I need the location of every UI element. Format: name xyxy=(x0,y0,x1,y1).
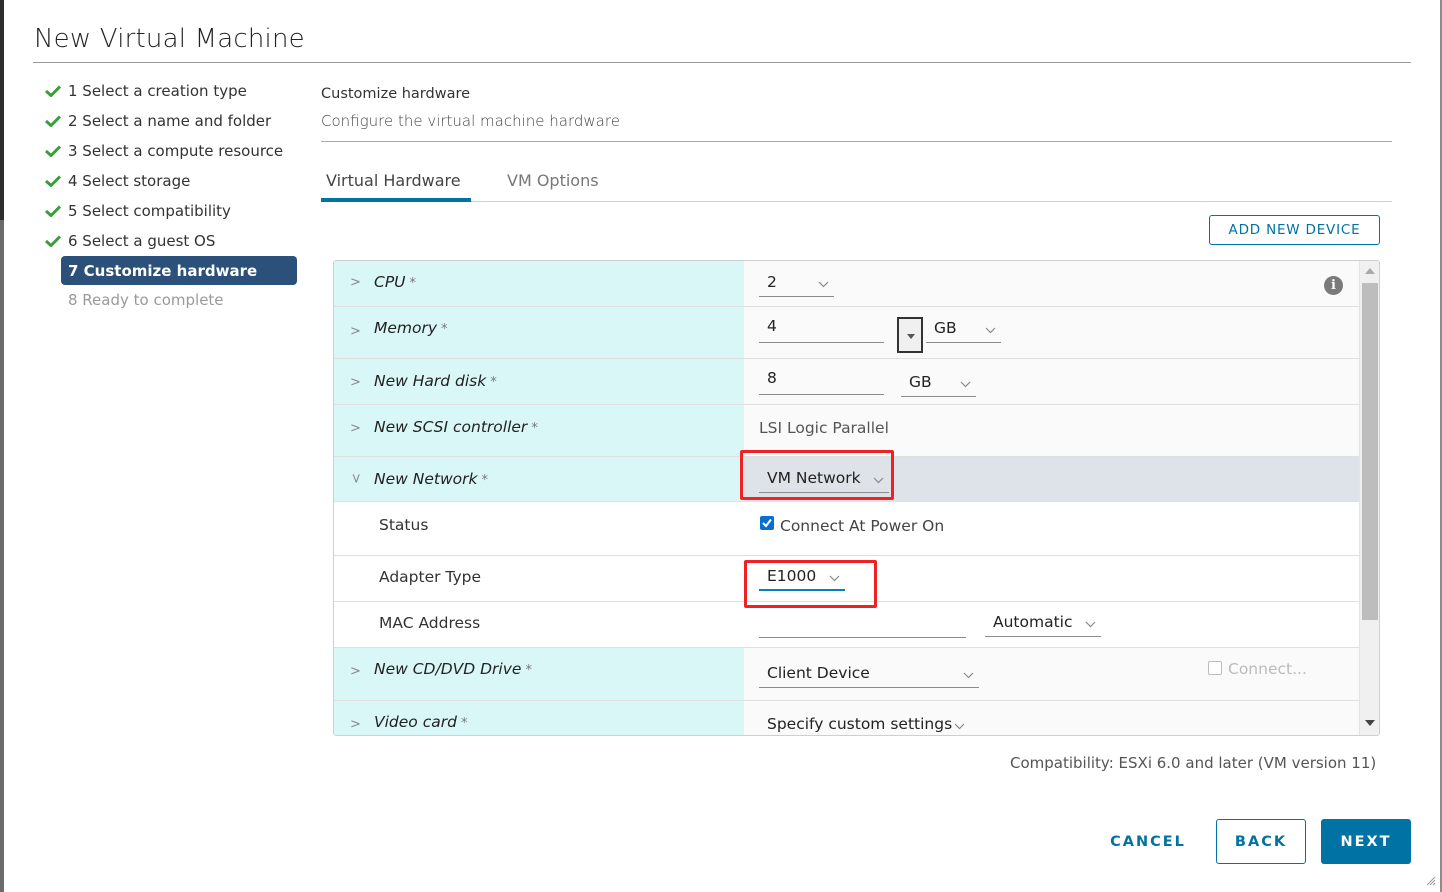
row-memory: > Memory * 4 GB xyxy=(334,307,1359,359)
row-mac-address: MAC Address Automatic xyxy=(334,602,1359,648)
video-card-label: Video card * xyxy=(374,713,468,731)
mac-mode-select[interactable]: Automatic xyxy=(985,611,1101,637)
scroll-up-icon[interactable] xyxy=(1365,268,1375,274)
hardware-grid: > CPU * 2 i > Memory * 4 GB > New Hard dis… xyxy=(333,260,1380,736)
compatibility-text: Compatibility: ESXi 6.0 and later (VM ve… xyxy=(1010,754,1377,772)
scroll-down-icon[interactable] xyxy=(1365,720,1375,726)
chevron-right-icon[interactable]: > xyxy=(350,375,361,390)
step-1[interactable]: 1 Select a creation type xyxy=(40,76,300,106)
mac-address-input[interactable] xyxy=(759,612,966,638)
chevron-down-icon xyxy=(873,470,884,484)
chevron-right-icon[interactable]: > xyxy=(350,421,361,436)
chevron-down-icon xyxy=(954,716,965,730)
hard-disk-unit-select[interactable]: GB xyxy=(901,371,976,397)
row-adapter-type: Adapter Type E1000 xyxy=(334,556,1359,602)
step-label: 7 Customize hardware xyxy=(68,261,258,280)
step-8: 8 Ready to complete xyxy=(40,285,300,315)
connect-at-power-on-label: Connect At Power On xyxy=(780,517,945,535)
network-label: New Network * xyxy=(374,470,488,488)
network-select[interactable]: VM Network xyxy=(759,467,889,493)
chevron-down-icon[interactable]: > xyxy=(348,473,363,484)
row-cd-dvd-drive: > New CD/DVD Drive * Client Device Connec… xyxy=(334,648,1359,701)
step-6[interactable]: 6 Select a guest OS xyxy=(40,226,300,256)
step-4[interactable]: 4 Select storage xyxy=(40,166,300,196)
memory-unit-select[interactable]: GB xyxy=(926,317,1001,343)
step-5[interactable]: 5 Select compatibility xyxy=(40,196,300,226)
grid-scrollbar[interactable] xyxy=(1359,261,1379,735)
step-label: 6 Select a guest OS xyxy=(68,232,216,250)
chevron-down-icon xyxy=(818,274,829,288)
step-label: 8 Ready to complete xyxy=(68,291,224,309)
check-icon xyxy=(40,115,66,127)
step-2[interactable]: 2 Select a name and folder xyxy=(40,106,300,136)
row-network: > New Network * VM Network xyxy=(334,457,1359,502)
tab-vm-options[interactable]: VM Options xyxy=(502,171,604,201)
row-hard-disk: > New Hard disk * 8 GB xyxy=(334,359,1359,405)
section-subtitle: Configure the virtual machine hardware xyxy=(321,112,620,130)
chevron-right-icon[interactable]: > xyxy=(350,275,361,290)
chevron-down-icon xyxy=(963,665,974,679)
step-3[interactable]: 3 Select a compute resource xyxy=(40,136,300,166)
check-icon xyxy=(40,85,66,97)
memory-label: Memory * xyxy=(374,319,448,337)
title-divider xyxy=(33,62,1411,63)
step-label: 3 Select a compute resource xyxy=(68,142,284,160)
check-icon xyxy=(40,205,66,217)
cpu-label: CPU * xyxy=(374,273,417,291)
step-7-active[interactable]: 7 Customize hardware xyxy=(61,256,297,285)
dialog-title: New Virtual Machine xyxy=(34,24,305,54)
cd-connect-checkbox[interactable] xyxy=(1208,661,1222,675)
row-cpu: > CPU * 2 i xyxy=(334,261,1359,307)
tab-bar: Virtual Hardware VM Options xyxy=(321,164,1392,202)
chevron-down-icon xyxy=(960,374,971,388)
cd-dvd-select[interactable]: Client Device xyxy=(759,662,979,688)
step-label: 2 Select a name and folder xyxy=(68,112,272,130)
adapter-type-select[interactable]: E1000 xyxy=(759,565,845,591)
check-icon xyxy=(40,175,66,187)
status-label: Status xyxy=(379,516,429,534)
section-divider xyxy=(321,141,1392,142)
cpu-select[interactable]: 2 xyxy=(759,271,834,297)
check-icon xyxy=(40,145,66,157)
resize-grip-icon[interactable] xyxy=(1424,874,1436,886)
row-network-status: Status Connect At Power On xyxy=(334,502,1359,556)
hard-disk-label: New Hard disk * xyxy=(374,372,497,390)
back-button[interactable]: BACK xyxy=(1216,819,1306,864)
row-video-card: > Video card * Specify custom settings xyxy=(334,701,1359,735)
memory-dropdown-toggle[interactable] xyxy=(897,317,923,353)
scsi-label: New SCSI controller * xyxy=(374,418,538,436)
connect-at-power-on-checkbox[interactable] xyxy=(760,516,774,530)
chevron-down-icon xyxy=(1085,614,1096,628)
memory-input[interactable]: 4 xyxy=(759,317,884,343)
row-scsi-controller: > New SCSI controller * LSI Logic Paralle… xyxy=(334,405,1359,457)
chevron-down-icon xyxy=(985,320,996,334)
mac-address-label: MAC Address xyxy=(379,614,481,632)
step-label: 1 Select a creation type xyxy=(68,82,247,100)
tab-virtual-hardware[interactable]: Virtual Hardware xyxy=(321,171,471,202)
hard-disk-size-input[interactable]: 8 xyxy=(759,369,884,395)
chevron-down-icon xyxy=(829,568,840,582)
adapter-type-label: Adapter Type xyxy=(379,568,482,586)
chevron-right-icon[interactable]: > xyxy=(350,324,361,339)
wizard-steps: 1 Select a creation type 2 Select a name… xyxy=(40,76,300,315)
info-icon[interactable]: i xyxy=(1324,276,1343,295)
add-new-device-button[interactable]: ADD NEW DEVICE xyxy=(1209,215,1380,245)
cd-connect-label: Connect... xyxy=(1228,660,1307,678)
window-left-edge xyxy=(0,0,4,892)
step-label: 5 Select compatibility xyxy=(68,202,231,220)
chevron-right-icon[interactable]: > xyxy=(350,717,361,732)
check-icon xyxy=(40,235,66,247)
video-card-select[interactable]: Specify custom settings xyxy=(759,713,979,735)
chevron-right-icon[interactable]: > xyxy=(350,664,361,679)
next-button[interactable]: NEXT xyxy=(1321,819,1411,864)
scsi-value: LSI Logic Parallel xyxy=(759,419,889,437)
cancel-button[interactable]: CANCEL xyxy=(1098,820,1198,864)
step-label: 4 Select storage xyxy=(68,172,191,190)
section-title: Customize hardware xyxy=(321,86,471,102)
scrollbar-thumb[interactable] xyxy=(1362,283,1378,620)
cd-dvd-label: New CD/DVD Drive * xyxy=(374,660,532,678)
